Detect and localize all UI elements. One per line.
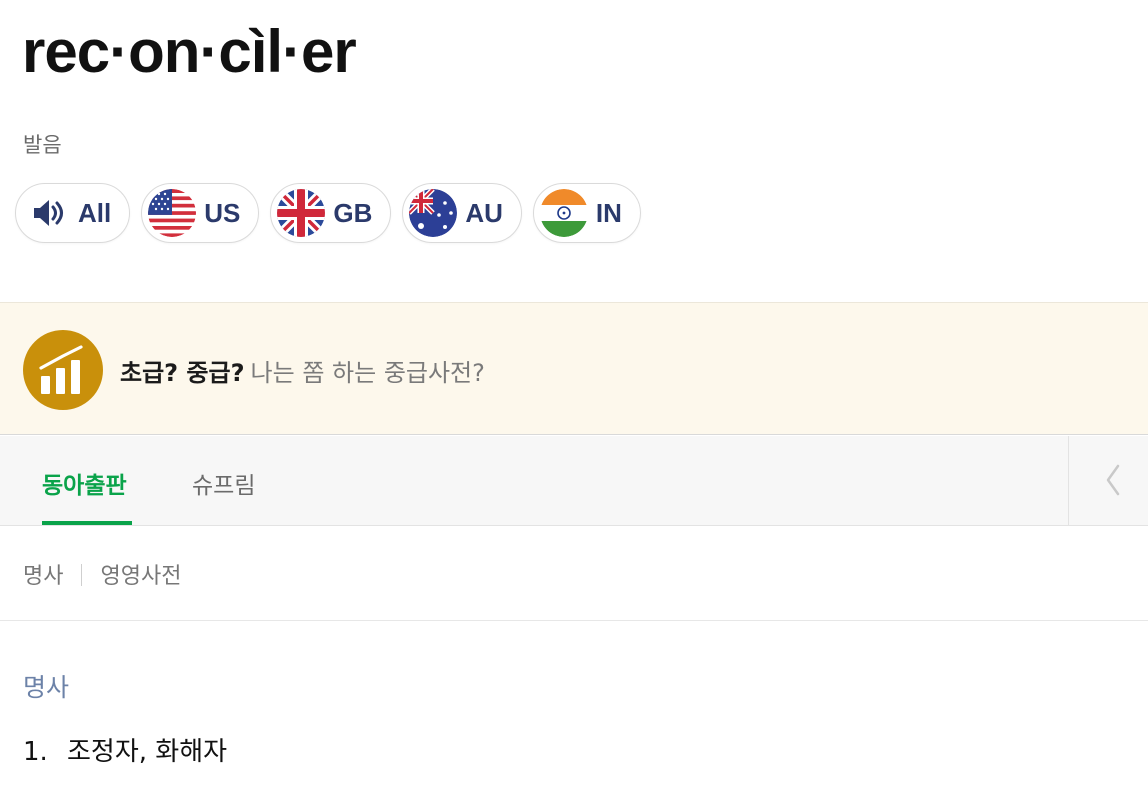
filter-pos[interactable]: 명사 — [23, 564, 63, 589]
section-divider — [0, 620, 1148, 621]
in-flag-icon — [539, 189, 588, 237]
dictionary-tabs: 동아출판 슈프림 — [0, 436, 1148, 526]
part-of-speech: 명사 — [23, 673, 70, 702]
headword: rec·on·cìl·er — [22, 18, 357, 85]
active-tab-indicator — [42, 521, 132, 525]
pronunciation-buttons: All US GB AU IN — [15, 183, 641, 243]
filter-divider — [81, 564, 83, 586]
pron-in-label: IN — [595, 197, 622, 228]
chevron-left-icon — [1106, 464, 1120, 496]
pron-gb-button[interactable]: GB — [270, 183, 392, 243]
au-flag-icon — [409, 189, 458, 237]
pron-all-label: All — [78, 197, 112, 228]
promo-text: 초급? 중급? 나는 쫌 하는 중급사전? — [120, 353, 485, 388]
us-flag-icon — [148, 189, 197, 237]
sense-item: 1. 조정자, 화해자 — [23, 731, 227, 768]
sense-text: 조정자, 화해자 — [67, 737, 228, 767]
sense-number: 1. — [23, 737, 48, 767]
pronunciation-label: 발음 — [23, 133, 62, 157]
filter-dictionary[interactable]: 영영사전 — [100, 564, 181, 589]
pron-us-button[interactable]: US — [141, 183, 260, 243]
pron-au-label: AU — [465, 197, 503, 228]
tab-scroll-button[interactable] — [1068, 436, 1148, 525]
chart-badge-icon — [23, 330, 103, 410]
promo-light-text: 나는 쫌 하는 중급사전? — [250, 359, 485, 387]
entry-filter: 명사 영영사전 — [23, 558, 181, 590]
pron-in-button[interactable]: IN — [532, 183, 641, 243]
pron-all-button[interactable]: All — [15, 183, 131, 243]
level-promo-banner[interactable]: 초급? 중급? 나는 쫌 하는 중급사전? — [0, 302, 1148, 435]
pron-us-label: US — [204, 197, 241, 228]
tab-donga[interactable]: 동아출판 — [42, 466, 127, 500]
pron-gb-label: GB — [333, 197, 373, 228]
promo-bold-text: 초급? 중급? — [120, 359, 245, 387]
gb-flag-icon — [277, 189, 326, 237]
pron-au-button[interactable]: AU — [402, 183, 522, 243]
speaker-icon — [34, 200, 63, 226]
tab-supreme[interactable]: 슈프림 — [192, 466, 255, 500]
